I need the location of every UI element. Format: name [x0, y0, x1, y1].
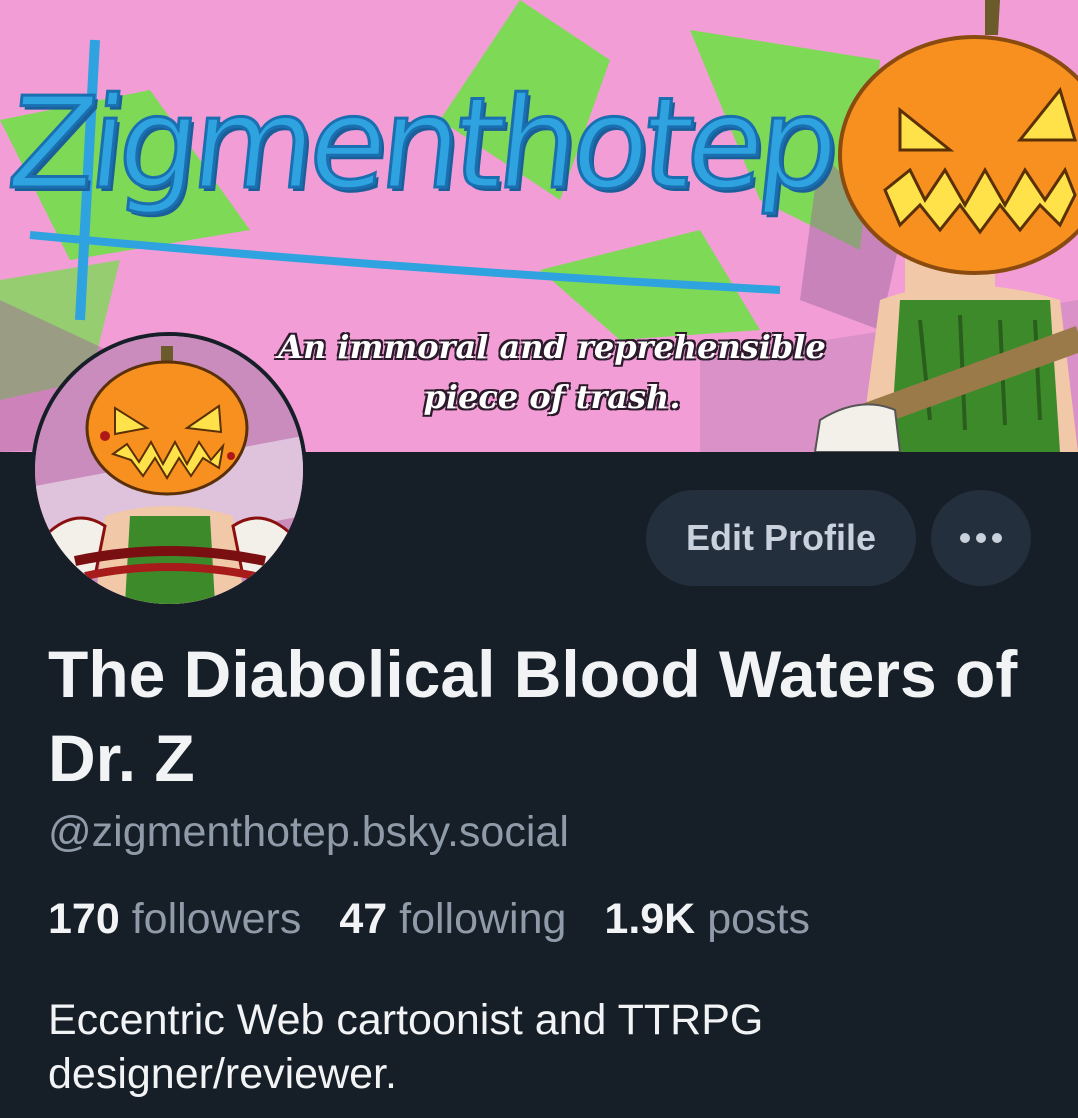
followers-link[interactable]: 170 followers [48, 895, 313, 943]
bio-line2: designer/reviewer. [48, 1050, 397, 1098]
posts-count: 1.9K [604, 895, 696, 943]
banner-tagline: An immoral and reprehensible piece of tr… [252, 322, 852, 422]
ellipsis-icon [960, 533, 1002, 543]
edit-profile-button[interactable]: Edit Profile [646, 490, 916, 586]
profile-stats: 170 followers 47 following 1.9K posts [48, 895, 836, 944]
avatar-image [35, 336, 303, 604]
banner-tagline-line1: An immoral and reprehensible [278, 328, 826, 366]
posts-stat: 1.9K posts [604, 895, 810, 943]
banner-tagline-line2: piece of trash. [423, 378, 681, 416]
following-label: following [399, 895, 567, 943]
avatar[interactable] [31, 332, 307, 608]
more-options-button[interactable] [931, 490, 1031, 586]
following-link[interactable]: 47 following [339, 895, 578, 943]
followers-count: 170 [48, 895, 120, 943]
display-name: The Diabolical Blood Waters of Dr. Z [48, 637, 1018, 795]
following-count: 47 [339, 895, 388, 943]
bio-line1: Eccentric Web cartoonist and TTRPG [48, 996, 764, 1044]
followers-label: followers [131, 895, 302, 943]
banner-wordmark: Zigmenthotep [1, 69, 842, 219]
handle[interactable]: @zigmenthotep.bsky.social [48, 808, 569, 857]
posts-label: posts [707, 895, 810, 943]
profile-bio: Eccentric Web cartoonist and TTRPG desig… [48, 993, 1048, 1101]
